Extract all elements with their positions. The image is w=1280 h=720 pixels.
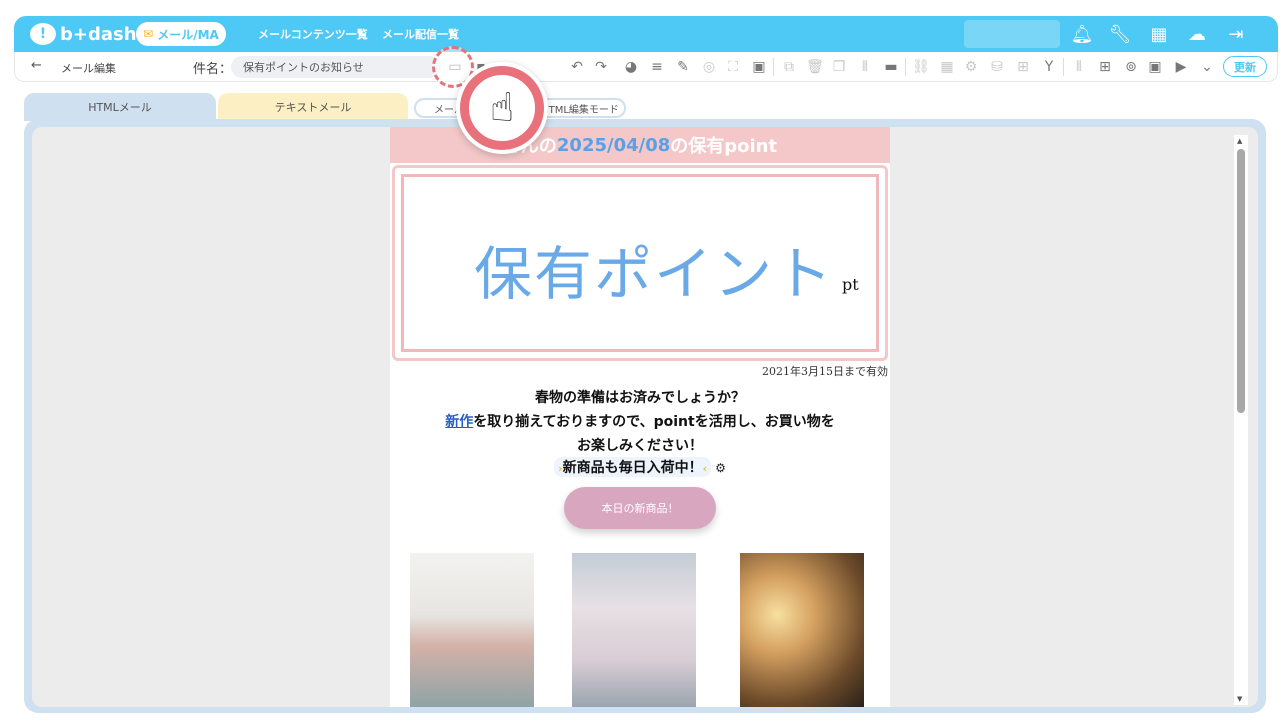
update-button[interactable]: 更新 <box>1223 56 1267 77</box>
tag-end-icon: ‹ <box>702 462 708 475</box>
rows-icon[interactable]: ▬ <box>881 57 901 77</box>
editor-frame: さんの 2025/04/08 の保有point 保有ポイント pt 2021年3… <box>24 119 1266 713</box>
vertical-scrollbar[interactable]: ▲ ▼ <box>1234 135 1248 705</box>
toolbar-divider <box>773 58 774 76</box>
editor-toolbar: ← メール編集 件名： ▭ ▪ ‹› ↶ ↷ ◕ ≡ ✎ ◎ ⛶ ▣ ⧉ 🗑︎ … <box>14 52 1278 82</box>
nav-mail-delivery-list[interactable]: メール配信一覧 <box>382 26 459 42</box>
page-title: メール編集 <box>61 62 116 75</box>
target-icon[interactable]: ◎ <box>699 57 719 77</box>
gear-icon[interactable]: ⚙ <box>715 461 726 475</box>
logo-text: b+dash <box>60 23 137 45</box>
nav-mail-contents-list[interactable]: メールコンテンツ一覧 <box>258 26 368 42</box>
undo-icon[interactable]: ↶ <box>567 57 587 77</box>
redo-icon[interactable]: ↷ <box>591 57 611 77</box>
body-line-2: 新作を取り揃えておりますので、pointを活用し、お買い物を <box>390 411 890 431</box>
coupon-icon[interactable]: ⊚ <box>1121 57 1141 77</box>
toolbar-divider <box>1063 58 1064 76</box>
branch-icon[interactable]: Y <box>1039 57 1059 77</box>
barcode-icon[interactable]: ⦀ <box>1069 57 1089 77</box>
new-items-link[interactable]: 新作 <box>445 414 473 430</box>
app-logo[interactable]: ! b+dash <box>30 22 137 46</box>
point-unit: pt <box>842 275 859 294</box>
mail-ma-label: メール/MA <box>157 27 219 42</box>
new-products-button[interactable]: 本日の新商品！ <box>564 487 716 529</box>
scroll-up-icon[interactable]: ▲ <box>1237 137 1242 145</box>
gears-icon[interactable]: ⚙ <box>961 57 981 77</box>
play-icon[interactable]: ▶ <box>1171 57 1191 77</box>
point-title: 保有ポイント <box>474 240 835 308</box>
columns-icon[interactable]: ⦀ <box>855 57 875 77</box>
duplicate-icon[interactable]: ❐ <box>829 57 849 77</box>
merge-tag-text: 新商品も毎日入荷中！ <box>562 460 703 476</box>
editor-canvas: さんの 2025/04/08 の保有point 保有ポイント pt 2021年3… <box>32 127 1258 707</box>
copy-block-icon[interactable]: ⧉ <box>779 57 799 77</box>
logout-icon[interactable]: ⇥ <box>1224 22 1248 46</box>
grid-icon[interactable]: ▦ <box>1147 22 1171 46</box>
mail-preview[interactable]: さんの 2025/04/08 の保有point 保有ポイント pt 2021年3… <box>390 127 890 707</box>
subject-label: 件名： <box>193 62 233 77</box>
point-box-inner: 保有ポイント pt <box>401 174 879 352</box>
mail-ma-module-button[interactable]: ✉ メール/MA <box>136 22 226 46</box>
toolbar-divider <box>905 58 906 76</box>
bell-icon[interactable]: 🔔︎ <box>1070 22 1094 46</box>
top-nav-bar: ! b+dash ✉ メール/MA メールコンテンツ一覧 メール配信一覧 🔔︎ … <box>14 16 1278 52</box>
logo-bubble-icon: ! <box>30 23 56 45</box>
body-line-3: お楽しみください！ <box>577 438 703 454</box>
body-line-4: ›新商品も毎日入荷中！‹ ⚙ <box>390 457 890 477</box>
wrench-icon[interactable]: 🔧︎ <box>1108 22 1132 46</box>
back-arrow-icon[interactable]: ← <box>31 58 42 73</box>
pointer-hand-overlay: ☝ <box>456 62 548 154</box>
palette-icon[interactable]: ◕ <box>621 57 641 77</box>
product-photo-coats[interactable] <box>410 553 534 707</box>
add-block-icon[interactable]: ⊞ <box>1095 57 1115 77</box>
calendar-icon[interactable]: ▦ <box>937 57 957 77</box>
user-card-icon[interactable]: ▣ <box>1145 57 1165 77</box>
database-icon[interactable]: ⛁ <box>987 57 1007 77</box>
point-box[interactable]: 保有ポイント pt <box>392 165 888 361</box>
chat-icon[interactable]: ☁ <box>1185 22 1209 46</box>
app-window: ! b+dash ✉ メール/MA メールコンテンツ一覧 メール配信一覧 🔔︎ … <box>4 4 1278 716</box>
blurred-account-area <box>964 20 1060 48</box>
trash-icon[interactable]: 🗑︎ <box>805 57 825 77</box>
scroll-down-icon[interactable]: ▼ <box>1237 695 1242 703</box>
tab-html-mail[interactable]: HTMLメール <box>24 93 216 121</box>
subject-input[interactable] <box>231 56 441 78</box>
scrollbar-thumb[interactable] <box>1237 149 1245 413</box>
expand-icon[interactable]: ⛶ <box>723 57 743 77</box>
pencil-icon[interactable]: ✎ <box>673 57 693 77</box>
align-icon[interactable]: ≡ <box>647 57 667 77</box>
body-line-1: 春物の準備はお済みでしょうか？ <box>535 390 745 406</box>
add-note-icon[interactable]: ⊞ <box>1013 57 1033 77</box>
product-photo-skirt[interactable] <box>572 553 696 707</box>
image-icon[interactable]: ▣ <box>749 57 769 77</box>
header-date: 2025/04/08 <box>556 134 671 156</box>
body-line-2-rest: を取り揃えておりますので、pointを活用し、お買い物を <box>473 414 835 430</box>
tab-text-mail[interactable]: テキストメール <box>218 93 408 121</box>
chevron-down-icon[interactable]: ⌄ <box>1197 57 1217 77</box>
link-icon[interactable]: ⛓ <box>911 57 931 77</box>
product-photo-hat[interactable] <box>740 553 864 707</box>
validity-text: 2021年3月15日まで有効 <box>762 365 888 378</box>
hand-pointer-icon: ☝ <box>466 72 538 144</box>
header-suffix: の保有point <box>670 136 778 157</box>
envelope-icon: ✉ <box>143 27 154 41</box>
merge-tag[interactable]: ›新商品も毎日入荷中！‹ <box>554 457 712 477</box>
